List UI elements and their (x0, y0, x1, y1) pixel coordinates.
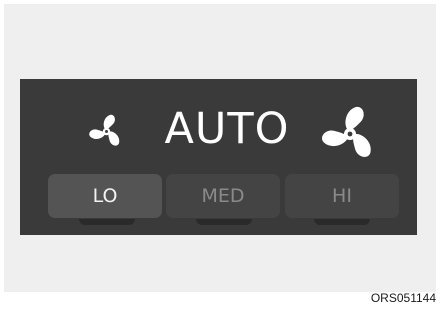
climate-control-panel: AUTO LO MED HI (20, 79, 417, 235)
fan-speed-hi-label: HI (332, 185, 352, 207)
fan-high-icon (320, 104, 380, 164)
figure-code: ORS051144 (370, 291, 436, 305)
button-base-shadow (196, 219, 252, 225)
fan-speed-lo-button[interactable]: LO (48, 174, 162, 218)
fan-speed-hi-button[interactable]: HI (285, 174, 399, 218)
fan-speed-med-label: MED (201, 185, 245, 207)
fan-low-icon (88, 113, 125, 150)
fan-speed-lo-label: LO (92, 185, 118, 207)
fan-speed-med-button[interactable]: MED (166, 174, 280, 218)
auto-fan-row: AUTO (20, 79, 417, 175)
button-base-shadow (314, 219, 370, 225)
auto-mode-label: AUTO (164, 104, 290, 154)
button-base-shadow (79, 219, 135, 225)
